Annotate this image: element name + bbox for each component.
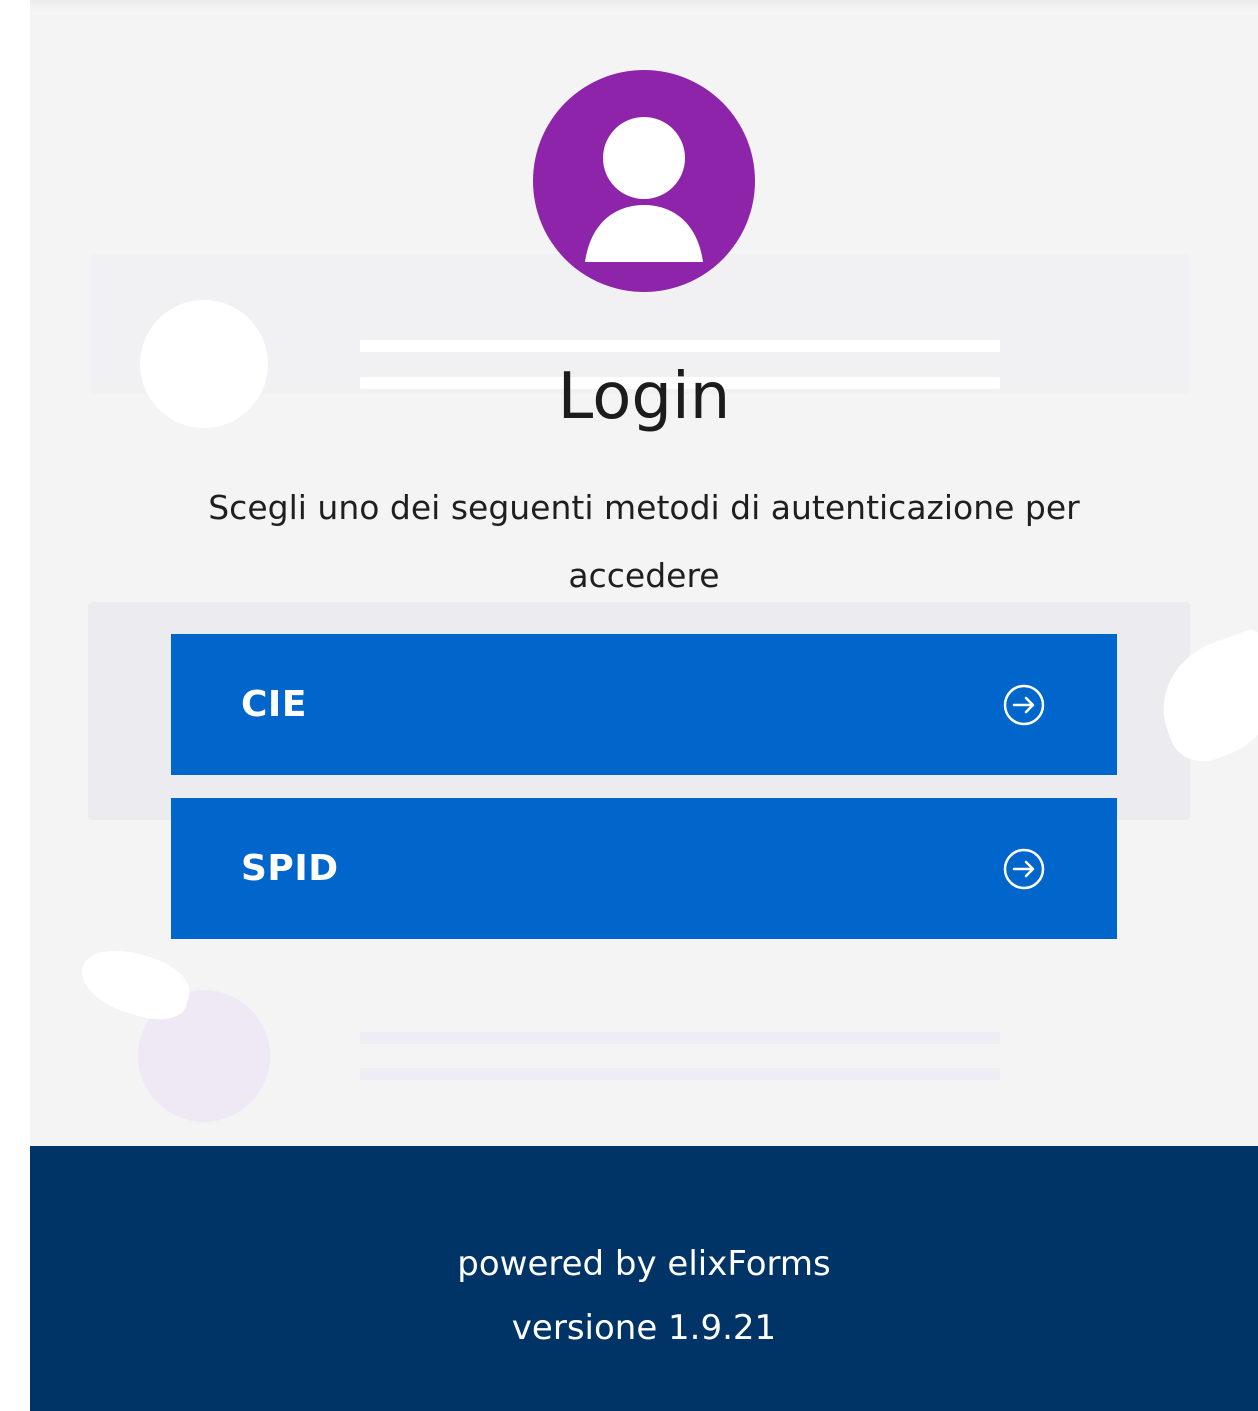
login-content: Login Scegli uno dei seguenti metodi di … xyxy=(30,14,1258,940)
background-decoration xyxy=(74,940,196,1028)
header-shadow xyxy=(30,0,1258,14)
login-instructions: Scegli uno dei seguenti metodi di autent… xyxy=(208,488,1080,596)
cie-button-label: CIE xyxy=(241,684,307,726)
cie-login-button[interactable]: CIE xyxy=(171,634,1117,776)
footer: powered by elixForms versione 1.9.21 xyxy=(30,1146,1258,1411)
auth-methods: CIE SPID xyxy=(171,634,1117,940)
background-decoration xyxy=(360,1068,1000,1080)
left-gutter xyxy=(0,0,30,1411)
login-section: Login Scegli uno dei seguenti metodi di … xyxy=(30,14,1258,1146)
powered-by-text: powered by elixForms xyxy=(457,1244,831,1284)
arrow-right-circle-icon xyxy=(1003,684,1045,726)
login-page: Login Scegli uno dei seguenti metodi di … xyxy=(0,0,1258,1411)
background-decoration xyxy=(360,1032,1000,1044)
spid-button-label: SPID xyxy=(241,848,339,890)
page-title: Login xyxy=(557,360,731,434)
version-text: versione 1.9.21 xyxy=(511,1308,777,1348)
spid-login-button[interactable]: SPID xyxy=(171,798,1117,940)
arrow-right-circle-icon xyxy=(1003,848,1045,890)
user-icon xyxy=(533,70,755,292)
